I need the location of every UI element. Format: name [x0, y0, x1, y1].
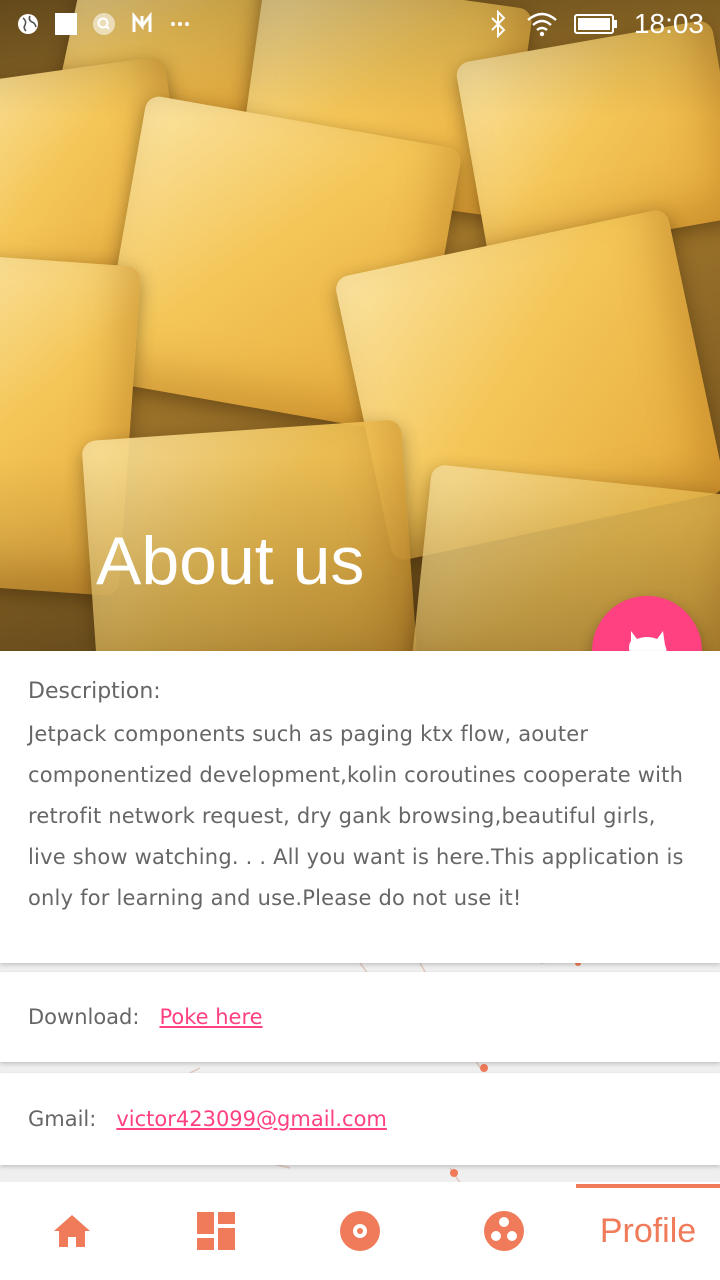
dots-circle-icon	[484, 1211, 524, 1251]
nav-item-profile[interactable]: Profile	[576, 1182, 720, 1280]
gmail-card: Gmail: victor423099@gmail.com	[0, 1073, 720, 1165]
description-card: Description: Jetpack components such as …	[0, 651, 720, 963]
battery-icon	[573, 12, 618, 36]
wifi-icon	[526, 12, 558, 37]
disc-icon	[340, 1211, 380, 1251]
bluetooth-icon	[486, 10, 510, 38]
dashboard-icon	[197, 1212, 235, 1250]
gmail-label: Gmail:	[28, 1107, 97, 1131]
clock: 18:03	[633, 8, 704, 39]
page-title: About us	[96, 523, 365, 599]
n-icon	[130, 12, 154, 36]
nav-item-home[interactable]	[0, 1182, 144, 1280]
nav-profile-label: Profile	[599, 1211, 697, 1250]
nav-item-disc[interactable]	[288, 1182, 432, 1280]
nav-item-dashboard[interactable]	[144, 1182, 288, 1280]
description-label: Description:	[28, 679, 161, 704]
download-link[interactable]: Poke here	[159, 1005, 262, 1029]
nav-item-explore[interactable]	[432, 1182, 576, 1280]
search-circle-icon	[92, 12, 116, 36]
bottom-navigation: Profile	[0, 1182, 720, 1280]
description-text: Jetpack components such as paging ktx fl…	[28, 722, 684, 910]
gmail-link[interactable]: victor423099@gmail.com	[116, 1107, 387, 1131]
status-bar: 18:03	[0, 0, 720, 50]
home-icon	[54, 1215, 90, 1247]
square-icon	[54, 12, 78, 36]
download-label: Download:	[28, 1005, 140, 1029]
download-card: Download: Poke here	[0, 972, 720, 1062]
globe-icon	[16, 12, 40, 36]
more-icon	[168, 12, 192, 36]
header-image: About us	[0, 0, 720, 651]
